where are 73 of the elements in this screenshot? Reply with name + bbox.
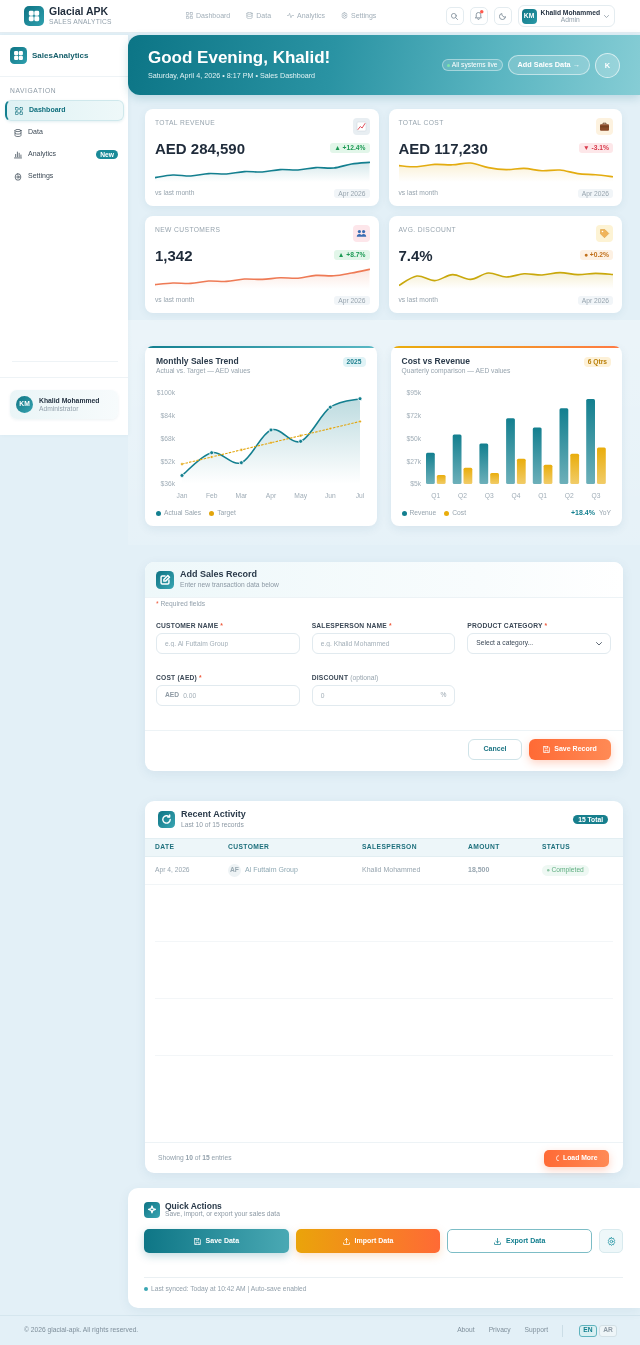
download-icon [494, 1237, 501, 1245]
chevron-down-icon [596, 641, 602, 646]
bell-icon [475, 12, 483, 20]
tag-icon [596, 225, 613, 242]
target-point [358, 419, 362, 423]
cost-bar [569, 453, 579, 484]
revenue-bar [532, 427, 542, 484]
sync-dot-icon [144, 1286, 148, 1291]
actual-sales-point [179, 473, 185, 478]
gear-icon [606, 1236, 616, 1246]
grid-icon [15, 106, 23, 115]
cost-bar [436, 474, 446, 484]
database-icon [246, 12, 254, 20]
cost-bar [516, 458, 526, 484]
kpi-value: 1,342 [155, 247, 193, 263]
target-point [210, 455, 214, 459]
actual-sales-point [327, 404, 333, 410]
settings-button[interactable] [599, 1229, 623, 1253]
gear-icon [341, 12, 349, 20]
notifications-button[interactable] [469, 7, 488, 25]
cost-bar [543, 464, 552, 484]
cost-bar [596, 447, 606, 484]
target-point [299, 434, 303, 438]
pulse-icon [287, 12, 295, 20]
sparkle-icon [144, 1201, 160, 1218]
chevron-down-icon [604, 14, 609, 18]
grid-icon [186, 12, 193, 20]
revenue-bar [505, 418, 515, 484]
quick-actions-title: Quick Actions [165, 1201, 222, 1211]
kpi-value: AED 117,230 [398, 140, 488, 156]
database-icon [14, 128, 22, 137]
sidebar-logo-icon [10, 47, 27, 64]
chart-title: Monthly Sales Trend [156, 357, 240, 367]
search-icon [451, 12, 459, 20]
target-point [180, 462, 184, 466]
status-dot-icon [446, 63, 450, 67]
moon-icon [499, 12, 507, 20]
spinner-icon [555, 1154, 560, 1162]
save-icon [543, 746, 551, 753]
bar-chart-icon [14, 150, 22, 159]
save-icon [193, 1237, 201, 1245]
actual-sales-point [209, 450, 215, 456]
cost-bar [463, 467, 472, 484]
logo-icon [24, 6, 44, 26]
upload-icon [342, 1237, 350, 1245]
greeting-title: Good Evening, Khalid! [148, 49, 331, 68]
actual-sales-point [238, 460, 244, 466]
target-point [328, 427, 332, 431]
search-button[interactable] [445, 7, 464, 25]
kpi-value: AED 284,590 [155, 140, 246, 156]
edit-icon [156, 570, 174, 589]
revenue-bar [452, 434, 461, 484]
people-icon [352, 225, 370, 242]
revenue-bar [478, 443, 488, 484]
form-title: Add Sales Record [180, 570, 259, 580]
actual-sales-point [357, 396, 363, 402]
chart-title: Cost vs Revenue [401, 357, 471, 367]
target-point [269, 441, 273, 445]
refresh-icon [158, 811, 175, 828]
chart-up-icon [352, 118, 370, 135]
activity-title: Recent Activity [181, 810, 246, 820]
target-point [239, 448, 243, 452]
gear-icon [14, 172, 22, 181]
revenue-bar [425, 452, 435, 484]
cost-bar [489, 472, 499, 484]
actual-sales-point [298, 438, 304, 444]
theme-toggle-button[interactable] [493, 7, 512, 25]
brand-name: Glacial APK [49, 6, 110, 17]
status-dot-icon [547, 869, 550, 872]
actual-sales-point [268, 427, 274, 433]
briefcase-icon [596, 118, 613, 135]
kpi-value: 7.4% [398, 247, 433, 263]
sidebar-brand: SalesAnalytics [32, 50, 89, 61]
